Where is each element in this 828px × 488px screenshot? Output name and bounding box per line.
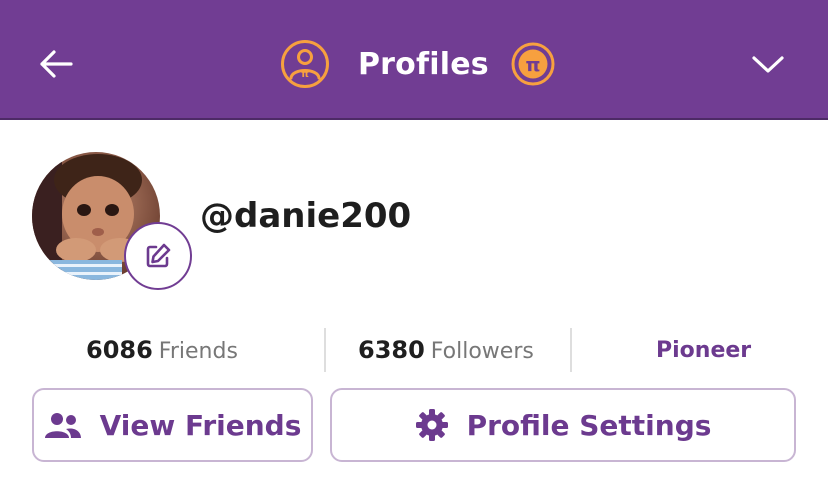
page-title: Profiles [358,46,489,82]
svg-text:π: π [301,69,309,80]
friends-stat: 6086 Friends [86,336,238,364]
followers-count: 6380 [358,336,425,364]
svg-text:π: π [525,54,540,76]
view-friends-label: View Friends [99,408,302,442]
pi-coin-icon: π [511,42,555,86]
chevron-down-icon [752,56,784,73]
profile-settings-button[interactable]: Profile Settings [330,388,796,462]
users-icon [44,411,82,439]
back-button[interactable] [32,40,80,88]
stat-divider [324,328,326,372]
pi-user-icon: π [281,40,329,88]
profile-stats: 6086 Friends 6380 Followers Pioneer [0,328,828,372]
friends-count: 6086 [86,336,153,364]
pioneer-link[interactable]: Pioneer [656,338,751,363]
stat-divider [570,328,572,372]
friends-label: Friends [158,339,238,364]
profile-settings-label: Profile Settings [466,408,712,442]
arrow-left-icon [40,50,73,78]
followers-label: Followers [430,339,534,364]
header-dropdown-button[interactable] [744,40,792,88]
followers-stat: 6380 Followers [358,336,534,364]
view-friends-button[interactable]: View Friends [32,388,313,462]
edit-avatar-button[interactable] [124,222,192,290]
username: @danie200 [200,196,412,236]
gear-icon [415,408,449,442]
pencil-square-icon [146,243,171,268]
top-app-bar: π Profiles π [0,0,828,120]
header-title-group: π Profiles π [280,38,555,90]
